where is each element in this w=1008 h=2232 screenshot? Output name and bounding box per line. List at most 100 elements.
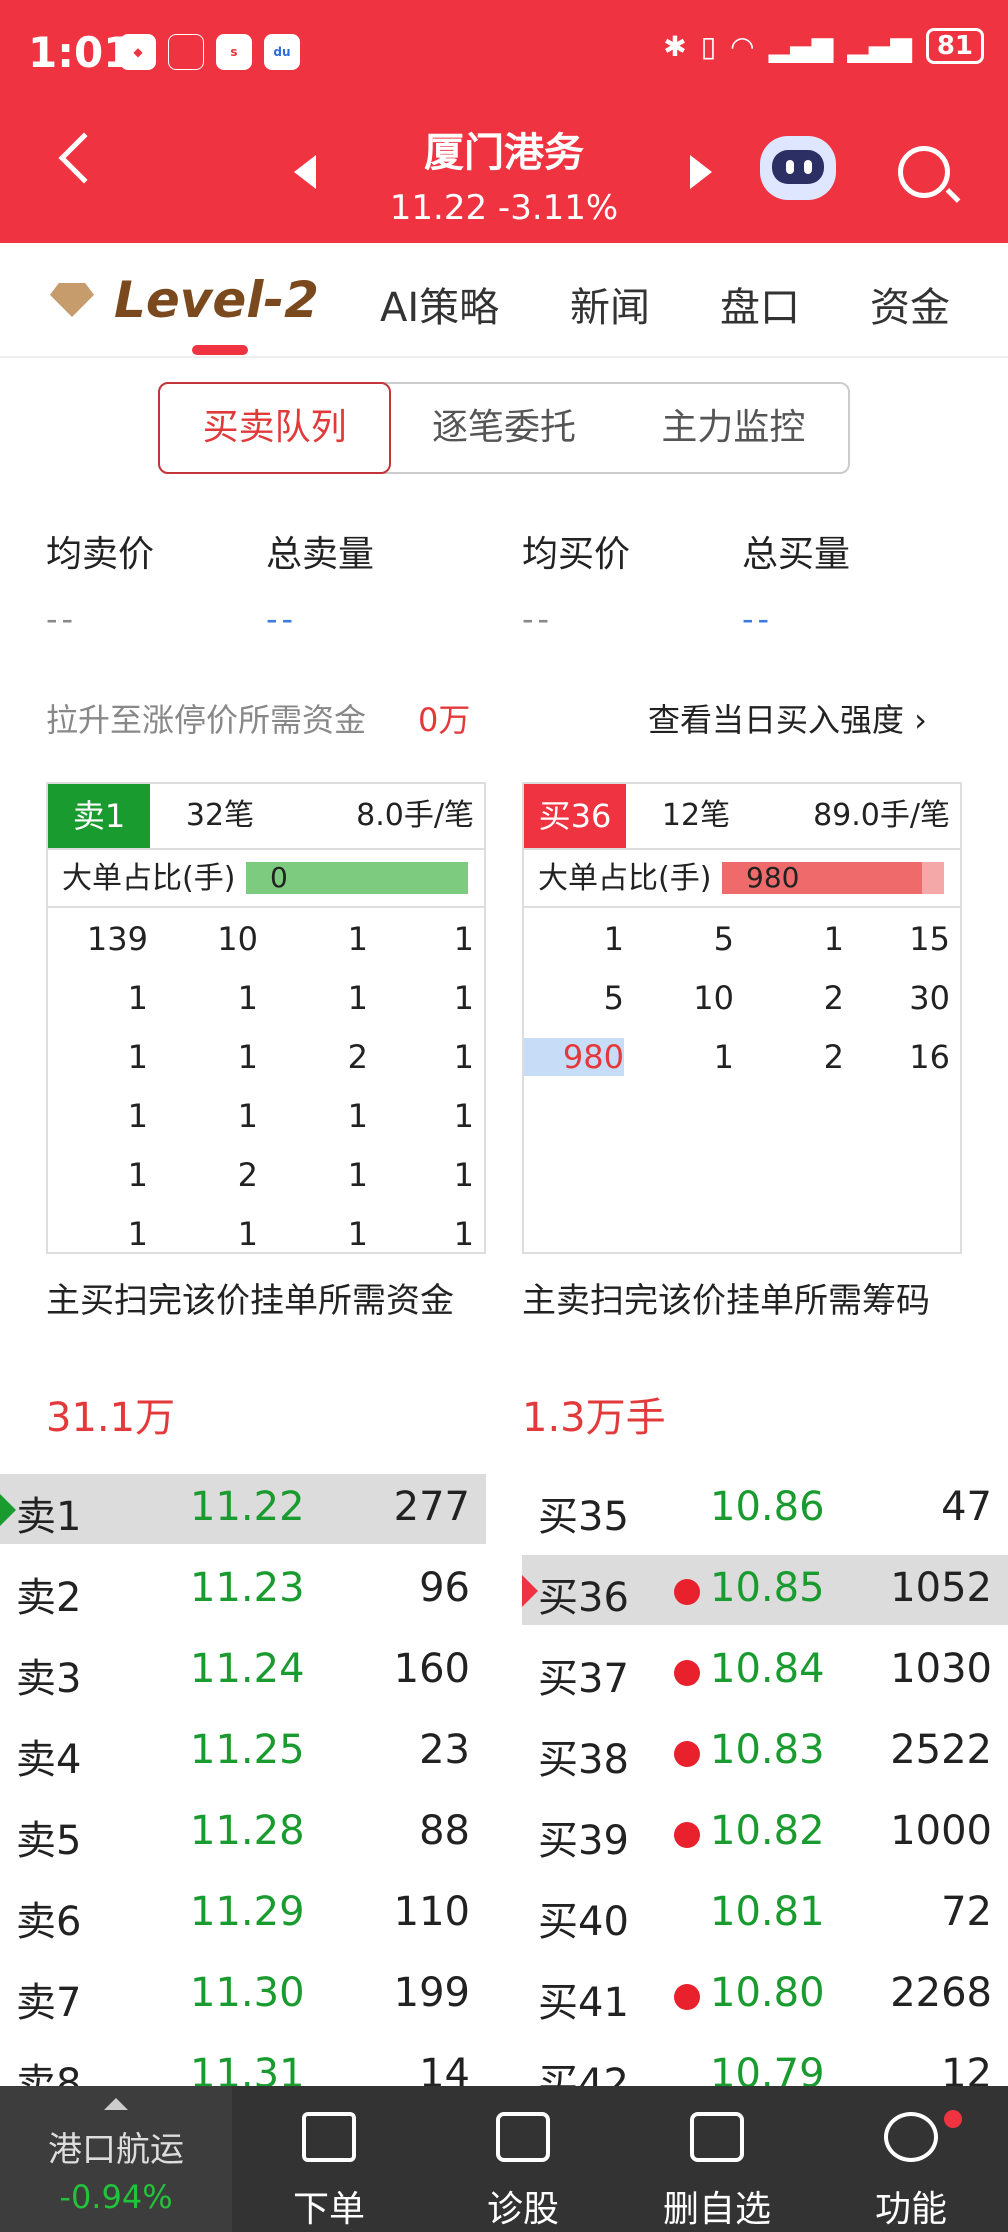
next-stock-icon[interactable] — [690, 155, 712, 189]
functions-button[interactable]: 功能 — [836, 2086, 986, 2232]
vibrate-icon: ▯ — [700, 29, 717, 63]
sector-change: -0.94% — [59, 2178, 173, 2216]
stock-header: 1:01 ◆ s du ✱ ▯ ◠ ▂▄▆ ▂▄▆ 81 厦门港务 11.22 … — [0, 0, 1008, 243]
order-level-label: 卖1 — [16, 1494, 82, 1540]
app-notification-icon: ◆ — [120, 34, 156, 70]
place-order-button[interactable]: 下单 — [254, 2086, 404, 2232]
buy-big-order-bar: 980 — [722, 862, 944, 894]
bottom-action-bar: 港口航运 -0.94% 下单 诊股 删自选 功能 — [0, 2086, 1008, 2232]
order-volume: 110 — [393, 1889, 470, 1935]
menu-icon — [884, 2112, 938, 2162]
stock-quote: 11.22 -3.11% — [389, 188, 619, 228]
current-level-pointer-icon — [0, 1494, 16, 1526]
segment-bid-ask-queue[interactable]: 买卖队列 — [158, 382, 392, 474]
tab-funds[interactable]: 资金 — [870, 275, 950, 333]
queue-cell: 980 — [524, 1038, 624, 1076]
queue-cell: 1 — [237, 1097, 258, 1135]
order-book-row[interactable]: 卖3 11.24 160 — [0, 1636, 486, 1706]
diagnose-button[interactable]: 诊股 — [448, 2086, 598, 2232]
order-book-row[interactable]: 买41 10.80 2268 — [522, 1960, 1008, 2030]
sell-big-order-value: 0 — [270, 861, 288, 894]
order-volume: 1052 — [890, 1565, 992, 1611]
order-level-label: 卖3 — [16, 1656, 82, 1702]
queue-cell: 1 — [713, 1038, 734, 1076]
diagnose-icon — [496, 2112, 550, 2162]
system-status: ✱ ▯ ◠ ▂▄▆ ▂▄▆ 81 — [663, 28, 984, 64]
queue-cell: 1 — [127, 979, 148, 1017]
queue-cell: 16 — [909, 1038, 950, 1076]
order-book-row[interactable]: 买36 10.85 1052 — [522, 1555, 1008, 1625]
order-book-row[interactable]: 买39 10.82 1000 — [522, 1798, 1008, 1868]
buy-queue-header: 买36 12笔 89.0手/笔 — [524, 784, 960, 850]
queue-cell: 1 — [823, 920, 844, 958]
order-price: 11.25 — [190, 1727, 305, 1773]
own-order-dot-icon — [674, 1822, 700, 1848]
order-price: 10.80 — [710, 1970, 825, 2016]
remove-icon — [690, 2112, 744, 2162]
tab-news[interactable]: 新闻 — [570, 275, 650, 333]
order-book-row[interactable]: 卖1 11.22 277 — [0, 1474, 486, 1544]
tab-level2[interactable]: Level-2 — [50, 271, 319, 329]
signal-icon: ▂▄▆ — [768, 29, 834, 63]
current-level-pointer-icon — [522, 1575, 538, 1607]
order-price: 11.23 — [190, 1565, 305, 1611]
sector-indicator[interactable]: 港口航运 -0.94% — [0, 2086, 232, 2232]
queue-cell: 1 — [127, 1097, 148, 1135]
segment-tick-orders[interactable]: 逐笔委托 — [389, 384, 618, 472]
order-icon — [302, 2112, 356, 2162]
queue-cell: 1 — [237, 1038, 258, 1076]
queue-cell: 1 — [127, 1038, 148, 1076]
total-buy-label: 总买量 — [742, 534, 851, 575]
total-sell-label: 总卖量 — [266, 534, 375, 575]
order-level-label: 卖6 — [16, 1899, 82, 1945]
order-level-label: 买38 — [538, 1737, 629, 1783]
remove-watchlist-button[interactable]: 删自选 — [642, 2086, 792, 2232]
notification-dot — [944, 2110, 962, 2128]
segment-main-monitor[interactable]: 主力监控 — [619, 384, 848, 472]
order-book-row[interactable]: 卖6 11.29 110 — [0, 1879, 486, 1949]
order-book-row[interactable]: 卖5 11.28 88 — [0, 1798, 486, 1868]
order-book-row[interactable]: 卖4 11.25 23 — [0, 1717, 486, 1787]
place-order-label: 下单 — [292, 2189, 365, 2230]
total-sell-value: -- — [266, 600, 298, 638]
buy-big-order-value: 980 — [746, 861, 800, 894]
sell-big-order-bar: 0 — [246, 862, 468, 894]
order-book-row[interactable]: 卖7 11.30 199 — [0, 1960, 486, 2030]
buy-order-count: 12笔 — [661, 798, 731, 833]
order-book-row[interactable]: 买35 10.86 47 — [522, 1474, 1008, 1544]
order-volume: 199 — [393, 1970, 470, 2016]
tab-ai-strategy[interactable]: AI策略 — [380, 275, 499, 333]
order-book-row[interactable]: 买37 10.84 1030 — [522, 1636, 1008, 1706]
search-icon[interactable] — [898, 146, 950, 198]
order-price: 11.24 — [190, 1646, 305, 1692]
queue-cell: 1 — [453, 920, 474, 958]
status-bar: 1:01 ◆ s du ✱ ▯ ◠ ▂▄▆ ▂▄▆ 81 — [0, 0, 1008, 108]
expand-up-icon — [104, 2098, 128, 2110]
view-buy-strength-link[interactable]: 查看当日买入强度 › — [648, 695, 927, 741]
diamond-icon — [50, 283, 94, 317]
limit-up-capital-value: 0万 — [418, 701, 471, 739]
queue-cell: 2 — [823, 979, 844, 1017]
ai-robot-icon[interactable] — [760, 136, 836, 200]
buy-sweep-label: 主卖扫完该价挂单所需筹码 — [522, 1281, 930, 1321]
sell-queue-panel: 卖1 32笔 8.0手/笔 大单占比(手) 0 139 10 1 1 1 1 1 1 1 1 2 1 1… — [46, 782, 486, 1254]
notification-icons: ◆ s du — [120, 34, 300, 70]
order-price: 11.30 — [190, 1970, 305, 2016]
queue-cell: 15 — [909, 920, 950, 958]
queue-cell: 139 — [86, 920, 148, 958]
order-book-row[interactable]: 买38 10.83 2522 — [522, 1717, 1008, 1787]
back-icon[interactable] — [58, 132, 110, 184]
order-book-row[interactable]: 卖2 11.23 96 — [0, 1555, 486, 1625]
tab-orderbook[interactable]: 盘口 — [720, 275, 800, 333]
buy-queue-panel: 买36 12笔 89.0手/笔 大单占比(手) 980 1 5 1 15 5 10 2 30 9… — [522, 782, 962, 1254]
buy-big-order-label: 大单占比(手) — [538, 861, 712, 896]
order-level-label: 买35 — [538, 1494, 629, 1540]
queue-cell: 1 — [347, 1097, 368, 1135]
order-level-label: 买41 — [538, 1980, 629, 2026]
avg-buy-value: -- — [522, 600, 554, 638]
tab-level2-label: Level-2 — [114, 271, 319, 329]
order-book-row[interactable]: 买40 10.81 72 — [522, 1879, 1008, 1949]
order-level-label: 卖2 — [16, 1575, 82, 1621]
previous-stock-icon[interactable] — [294, 155, 316, 189]
queue-cell: 1 — [453, 1097, 474, 1135]
